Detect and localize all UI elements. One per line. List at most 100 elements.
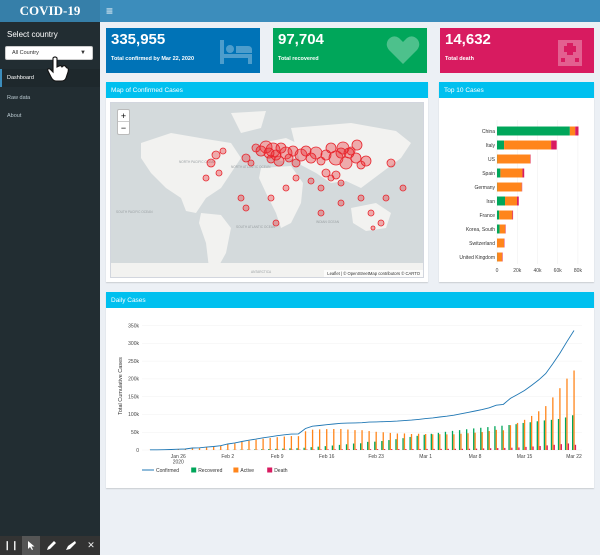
- case-marker: [357, 194, 365, 202]
- bar-active: [213, 446, 215, 450]
- map-box-title: Map of Confirmed Cases: [106, 84, 428, 98]
- bar-segment-active: [499, 210, 513, 220]
- bar-segment-recovered: [497, 224, 500, 234]
- bar-active: [311, 429, 314, 450]
- bar-death: [490, 448, 492, 450]
- close-icon[interactable]: ✕: [82, 536, 100, 555]
- case-marker: [351, 139, 363, 151]
- bar-active: [467, 433, 469, 450]
- bar-recovered: [494, 426, 496, 450]
- zoom-in-button[interactable]: +: [118, 110, 129, 122]
- sidebar-item-raw-data[interactable]: Raw data: [0, 89, 100, 107]
- bar-segment-death: [575, 126, 579, 136]
- x-tick-label: Mar 8: [469, 454, 482, 460]
- category-label: United Kingdom: [459, 255, 495, 261]
- y-axis-label: Total Cumulative Cases: [118, 357, 124, 415]
- case-marker: [241, 153, 251, 163]
- bar-active: [304, 431, 307, 450]
- category-label: Iran: [486, 199, 495, 205]
- legend-label: Death: [274, 468, 288, 474]
- bar-death: [320, 449, 322, 450]
- category-label: Spain: [482, 171, 495, 177]
- bar-recovered: [550, 419, 553, 450]
- bar-active: [453, 434, 455, 450]
- bar-active: [481, 432, 483, 450]
- bar-death: [454, 448, 456, 450]
- bar-recovered: [275, 448, 277, 450]
- case-marker: [237, 194, 245, 202]
- sidebar: Select country All Country ▼ Dashboard R…: [0, 22, 100, 555]
- bar-active: [425, 433, 427, 450]
- bar-active: [255, 439, 257, 450]
- map-attribution[interactable]: Leaflet | © OpenStreetMap contributors ©…: [324, 270, 423, 277]
- x-tick-label: 2020: [173, 460, 184, 466]
- case-marker: [317, 209, 325, 217]
- bar-active: [276, 437, 278, 450]
- y-tick-label: 300k: [128, 341, 139, 347]
- bar-active: [361, 430, 363, 450]
- zoom-out-button[interactable]: −: [118, 122, 129, 134]
- pen-icon[interactable]: [42, 536, 60, 555]
- bar-recovered: [543, 420, 546, 450]
- top10-chart[interactable]: 0 20k 40k 60k 80k China Italy US Spain Germany Ira…: [443, 102, 590, 278]
- bar-active: [403, 433, 406, 450]
- bar-recovered: [480, 427, 482, 450]
- bar-active: [241, 442, 243, 450]
- confirmed-map[interactable]: NORTH PACIFIC OCEAN NORTH ATLANTIC OCEAN…: [110, 102, 424, 278]
- bar-recovered: [515, 424, 517, 450]
- bar-recovered: [282, 448, 284, 450]
- bar-active: [297, 436, 300, 450]
- case-marker: [242, 204, 250, 212]
- pointer-icon[interactable]: [22, 536, 40, 555]
- bar-recovered: [331, 445, 334, 450]
- bar-recovered: [317, 446, 319, 450]
- bar-death: [362, 449, 365, 450]
- bar-recovered: [508, 425, 510, 450]
- case-marker: [272, 219, 280, 227]
- bar-segment-recovered: [497, 168, 501, 178]
- legend-label: Confirmed: [156, 468, 179, 474]
- bar-death: [313, 449, 315, 450]
- case-marker: [202, 174, 210, 182]
- bar-active: [432, 434, 434, 450]
- sidebar-item-about[interactable]: About: [0, 107, 100, 125]
- bar-active: [509, 425, 512, 450]
- bar-active: [417, 433, 420, 450]
- case-marker: [292, 174, 300, 182]
- top10-box: Top 10 Cases 0 20k 40k 60k 80k China Italy US Sp…: [439, 82, 594, 282]
- land-masses: [111, 111, 423, 277]
- bar-recovered: [254, 449, 256, 450]
- bar-death: [426, 448, 428, 450]
- daily-chart[interactable]: 0 50k 100k 150k 200k 250k 300k 350k Total Cumula…: [110, 312, 590, 484]
- bar-active: [566, 378, 568, 450]
- bar-recovered: [564, 417, 567, 450]
- x-tick-label: Feb 23: [368, 454, 384, 460]
- category-label: Switzerland: [469, 241, 495, 247]
- bar-recovered: [289, 448, 291, 450]
- bar-death: [440, 448, 442, 450]
- bar-death: [341, 449, 343, 450]
- app-logo[interactable]: COVID-19: [0, 0, 100, 22]
- case-marker: [307, 177, 315, 185]
- legend-swatch: [233, 467, 239, 473]
- case-marker: [331, 170, 341, 180]
- bar-death: [334, 449, 336, 450]
- bar-segment-recovered: [497, 196, 505, 206]
- bar-active: [234, 443, 236, 450]
- bar-segment-active: [500, 168, 523, 178]
- hamburger-icon[interactable]: ≡: [106, 4, 113, 18]
- select-country-label: Select country: [7, 30, 58, 39]
- case-marker: [206, 158, 216, 168]
- legend-label: Recovered: [198, 468, 222, 474]
- case-marker: [273, 155, 285, 167]
- bar-death: [412, 448, 414, 450]
- highlighter-icon[interactable]: [62, 536, 80, 555]
- bar-active: [474, 432, 476, 450]
- bar-death: [539, 445, 541, 450]
- bar-recovered: [388, 440, 390, 450]
- case-marker: [399, 184, 407, 192]
- x-tick-label: Mar 22: [566, 454, 582, 460]
- bar-active: [523, 419, 526, 450]
- pause-icon[interactable]: ❙❙: [2, 536, 20, 555]
- category-label: China: [482, 129, 495, 135]
